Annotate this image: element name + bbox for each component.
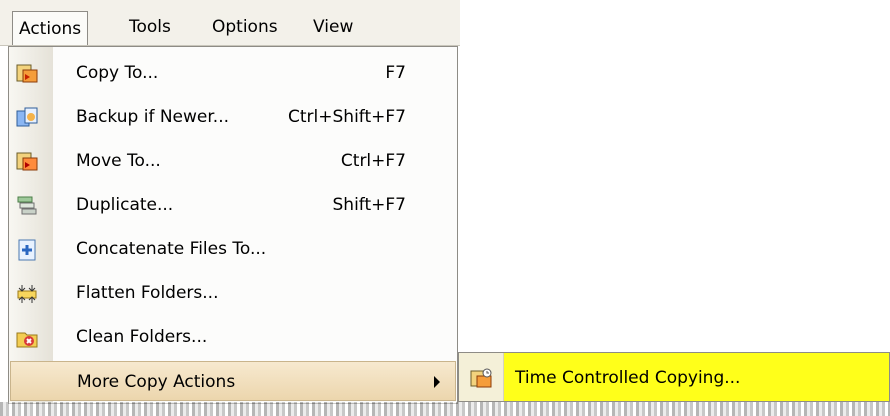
- submenu-arrow-icon: [434, 376, 440, 388]
- menubar-tools-label: Tools: [129, 17, 171, 37]
- submenu-item-time-controlled-copying[interactable]: Time Controlled Copying...: [515, 353, 740, 403]
- menu-item-concatenate-files[interactable]: Concatenate Files To...: [10, 229, 456, 269]
- flatten-folders-icon: [15, 281, 39, 305]
- menu-item-label: Backup if Newer...: [76, 107, 230, 127]
- menu-item-clean-folders[interactable]: Clean Folders...: [10, 317, 456, 357]
- concatenate-icon: [15, 237, 39, 261]
- move-to-icon: [15, 149, 39, 173]
- backup-icon: [15, 105, 39, 129]
- menu-item-shortcut: F7: [385, 63, 406, 83]
- menu-item-duplicate[interactable]: Duplicate... Shift+F7: [10, 185, 456, 225]
- menu-bar: Actions Tools Options View: [0, 0, 460, 46]
- menu-item-copy-to[interactable]: Copy To... F7: [10, 53, 456, 93]
- menu-item-move-to[interactable]: Move To... Ctrl+F7: [10, 141, 456, 181]
- torn-edge: [0, 402, 890, 416]
- menubar-actions-label: Actions: [19, 19, 82, 39]
- actions-menu: Copy To... F7 Backup if Newer... Ctrl+Sh…: [8, 46, 458, 404]
- copy-to-icon: [15, 61, 39, 85]
- menu-item-label: Flatten Folders...: [76, 283, 219, 303]
- menubar-view[interactable]: View: [313, 10, 353, 44]
- menu-item-backup-if-newer[interactable]: Backup if Newer... Ctrl+Shift+F7: [10, 97, 456, 137]
- menu-item-label: More Copy Actions: [77, 372, 236, 392]
- clean-folders-icon: [15, 325, 39, 349]
- menu-item-more-copy-actions[interactable]: More Copy Actions: [10, 361, 456, 401]
- menu-item-shortcut: Ctrl+Shift+F7: [288, 107, 406, 127]
- menu-item-label: Duplicate...: [76, 195, 174, 215]
- duplicate-icon: [15, 193, 39, 217]
- menubar-view-label: View: [313, 17, 354, 37]
- more-copy-actions-submenu: Time Controlled Copying...: [458, 352, 890, 402]
- menu-item-label: Clean Folders...: [76, 327, 208, 347]
- menu-item-label: Move To...: [76, 151, 161, 171]
- menu-item-label: Concatenate Files To...: [76, 239, 267, 259]
- time-controlled-copy-icon: [469, 367, 493, 391]
- menu-item-shortcut: Shift+F7: [332, 195, 406, 215]
- menubar-options[interactable]: Options: [212, 10, 278, 44]
- menubar-tools[interactable]: Tools: [129, 10, 171, 44]
- menubar-options-label: Options: [212, 17, 278, 37]
- menubar-actions[interactable]: Actions: [12, 11, 89, 45]
- menu-item-label: Copy To...: [76, 63, 159, 83]
- menu-item-flatten-folders[interactable]: Flatten Folders...: [10, 273, 456, 313]
- menu-item-shortcut: Ctrl+F7: [340, 151, 406, 171]
